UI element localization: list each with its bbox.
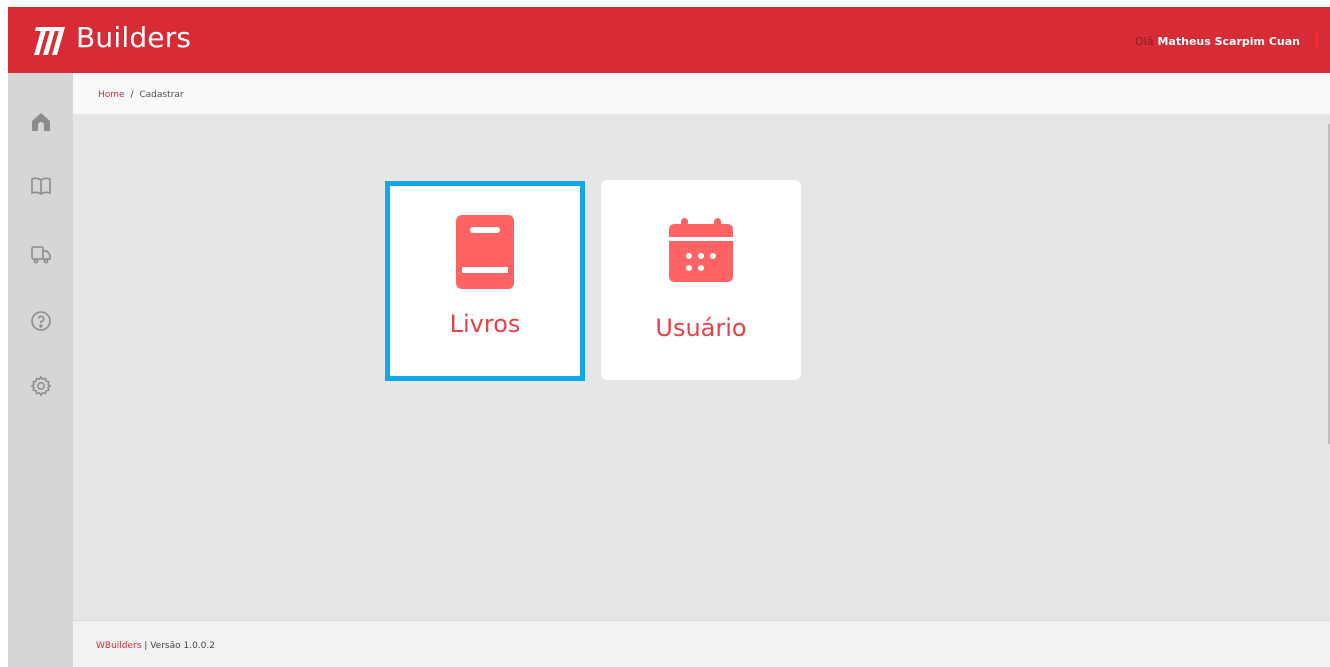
breadcrumb-current: Cadastrar: [139, 90, 184, 100]
footer-version: Versão 1.0.0.2: [150, 641, 215, 651]
book-open-icon: [31, 177, 51, 195]
card-usuario[interactable]: Usuário: [601, 180, 801, 380]
footer-text: WBuilders | Versão 1.0.0.2: [96, 641, 215, 651]
header-divider: [1316, 31, 1318, 49]
breadcrumb-bar: Home / Cadastrar: [73, 73, 1330, 114]
footer-brand: WBuilders: [96, 641, 142, 651]
sidebar-item-home[interactable]: [28, 109, 54, 135]
top-header: Builders Olá Matheus Scarpim Cuan: [8, 7, 1330, 73]
breadcrumb-separator: /: [130, 90, 134, 100]
sidebar: [8, 73, 73, 667]
footer: WBuilders | Versão 1.0.0.2: [73, 620, 1330, 667]
sidebar-item-help[interactable]: [28, 308, 54, 334]
sidebar-item-delivery[interactable]: [28, 241, 54, 267]
card-label-livros: Livros: [449, 310, 521, 338]
calendar-icon: [669, 218, 733, 282]
truck-icon: [31, 246, 51, 264]
sidebar-item-books[interactable]: [28, 173, 54, 199]
home-icon: [32, 113, 50, 131]
user-name[interactable]: Matheus Scarpim Cuan: [1157, 35, 1300, 48]
book-icon: [456, 215, 514, 289]
card-label-usuario: Usuário: [655, 314, 747, 342]
footer-separator: |: [144, 641, 148, 651]
help-icon: [31, 311, 51, 331]
gear-icon: [30, 375, 52, 397]
logo-icon: [34, 27, 65, 55]
sidebar-item-settings[interactable]: [28, 373, 54, 399]
brand-name: Builders: [76, 21, 192, 54]
breadcrumb: Home / Cadastrar: [98, 90, 184, 100]
breadcrumb-home-link[interactable]: Home: [98, 90, 125, 100]
user-greeting[interactable]: Olá Matheus Scarpim Cuan: [1135, 35, 1300, 48]
card-livros[interactable]: Livros: [385, 181, 585, 381]
main-content: Livros Usuário: [73, 114, 1330, 620]
greeting-prefix: Olá: [1135, 35, 1154, 48]
